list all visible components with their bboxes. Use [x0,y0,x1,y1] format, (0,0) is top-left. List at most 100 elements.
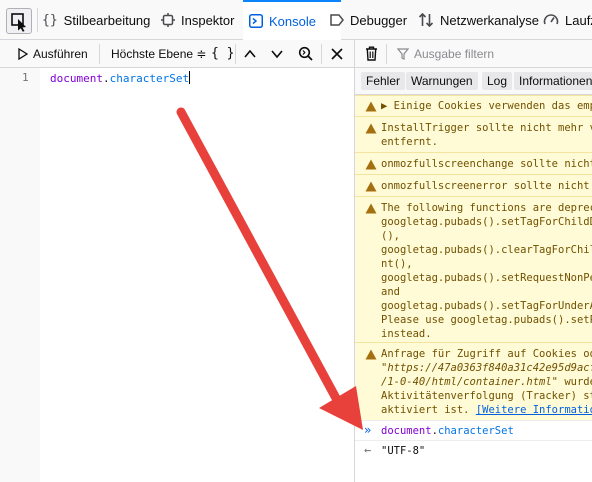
toolbar-divider [37,8,38,32]
message-text: googletag.pubads().clearTagForChildI [381,244,592,256]
code-dot: . [102,72,110,85]
code-object: document [381,425,432,437]
filter-log-button[interactable]: Log [482,72,513,90]
tab-netzwerkanalyse[interactable]: Netzwerkanalyse [418,0,539,40]
message-text: and [381,286,400,298]
filter-icon [397,47,409,60]
result-text: "UTF-8" [381,445,426,457]
warning-message[interactable]: The following functions are depreca goog… [355,196,592,342]
warning-message[interactable]: Anfrage für Zugriff auf Cookies ode "htt… [355,342,592,420]
filter-placeholder: Ausgabe filtern [414,46,495,61]
tab-label: Inspektor [181,12,235,28]
message-text: wurde [564,376,592,388]
filter-input[interactable]: Ausgabe filtern [397,40,494,67]
pretty-print-button[interactable]: { } [211,40,234,67]
message-text: InstallTrigger sollte nicht mehr ve [381,122,592,134]
warning-icon [365,203,377,214]
chevron-down-icon [271,49,283,58]
chevron-up-icon [244,49,256,58]
message-url: /1-0-40/html/container.html" [381,376,559,388]
tab-inspektor[interactable]: Inspektor [161,0,234,40]
message-text: onmozfullscreenchange sollte nicht m [381,158,592,170]
message-text: nt(), [381,258,413,270]
editor-code-line[interactable]: document.characterSet [50,71,191,85]
code-property: characterSet [109,72,190,85]
console-input-echo[interactable]: » document.characterSet [355,420,592,440]
log-level-filters: Fehler Warnungen Log Informationen [355,68,592,95]
tab-label: Netzwerkanalyse [440,12,539,28]
toolbar-divider [235,44,236,64]
filter-warnings-button[interactable]: Warnungen [406,72,478,90]
console-output: ▶ Einige Cookies verwenden das empf Inst… [355,95,592,482]
close-editor-button[interactable] [331,40,343,67]
tab-laufzeit[interactable]: Laufz [543,0,592,40]
devtools-toolbar: {} Stilbearbeitung Inspektor Konsole Deb… [0,0,592,40]
history-prev-button[interactable] [244,40,256,67]
trash-icon [366,46,377,61]
tab-konsole[interactable]: Konsole [243,0,341,40]
close-icon [331,47,343,60]
history-next-button[interactable] [271,40,283,67]
gauge-icon [543,14,559,25]
message-text: Please use googletag.pubads().setPr [381,314,592,326]
input-chevron-icon: » [364,423,372,437]
result-arrow-icon: ← [364,443,372,457]
message-url: "https://47a0363f840a31c42e95d9acf5 [381,362,592,374]
context-selector[interactable]: Höchste Ebene ≑ [111,40,206,67]
console-icon [249,14,263,28]
tab-debugger[interactable]: Debugger [330,0,407,40]
console-editor[interactable]: 1 document.characterSet [0,68,354,482]
message-text: googletag.pubads().setRequestNonPer [381,272,592,284]
message-text: /1-0-40/html/container.html" wurde [381,375,592,390]
run-label: Ausführen [33,46,88,61]
tab-stilbearbeitung[interactable]: {} Stilbearbeitung [42,0,150,40]
warning-icon [365,101,377,112]
output-toolbar: Ausgabe filtern [355,40,592,68]
toolbar-divider [386,44,387,64]
message-text: aktiviert ist. [Weitere Information [381,403,592,418]
filter-info-button[interactable]: Informationen [514,72,592,90]
warning-message[interactable]: ▶ Einige Cookies verwenden das empf [355,95,592,116]
warning-icon [365,349,377,360]
tab-label: Konsole [269,13,316,29]
message-text: googletag.pubads().setTagForChildDi [381,216,592,228]
warning-message[interactable]: InstallTrigger sollte nicht mehr ve entf… [355,116,592,152]
warning-icon [365,181,377,192]
code-property: characterSet [437,425,514,437]
filter-errors-button[interactable]: Fehler [361,72,406,90]
line-number: 1 [22,71,29,84]
warning-icon [365,159,377,170]
message-text: (), [381,230,400,242]
debugger-icon [330,14,344,26]
console-result[interactable]: ← "UTF-8" [355,440,592,460]
warning-message[interactable]: onmozfullscreenchange sollte nicht m [355,152,592,174]
message-text: aktiviert ist. [381,404,476,416]
play-icon [18,47,28,60]
reverse-search-button[interactable] [298,40,313,67]
code-object: document [50,72,103,85]
warning-icon [365,123,377,134]
braces-icon: {} [42,12,58,28]
learn-more-link[interactable]: [Weitere Information [476,404,592,416]
context-label: Höchste Ebene ≑ [111,46,207,61]
message-text: instead. [381,328,432,340]
message-text: Anfrage für Zugriff auf Cookies ode [381,348,592,360]
inspector-icon [161,13,175,27]
message-text: Aktivitätenverfolgung (Tracker) stan [381,390,592,402]
network-icon [418,12,434,28]
message-text: onmozfullscreenerror sollte nicht m [381,180,592,192]
editor-toolbar: Ausführen Höchste Ebene ≑ { } [0,40,354,68]
toolbar-divider [99,44,100,64]
tab-label: Laufz [565,12,592,28]
message-text: googletag.pubads().setTagForUnderAg [381,300,592,312]
toolbar-divider [321,44,322,64]
input-echo-text: document.characterSet [381,424,514,439]
message-text: entfernt. [381,136,438,148]
clear-output-button[interactable] [365,40,378,67]
message-text: ▶ Einige Cookies verwenden das empf [381,100,592,112]
element-picker-button[interactable] [6,8,32,34]
pretty-print-label: { } [211,46,235,61]
warning-message[interactable]: onmozfullscreenerror sollte nicht m [355,174,592,196]
run-button[interactable]: Ausführen [18,40,88,67]
search-icon [298,46,313,61]
